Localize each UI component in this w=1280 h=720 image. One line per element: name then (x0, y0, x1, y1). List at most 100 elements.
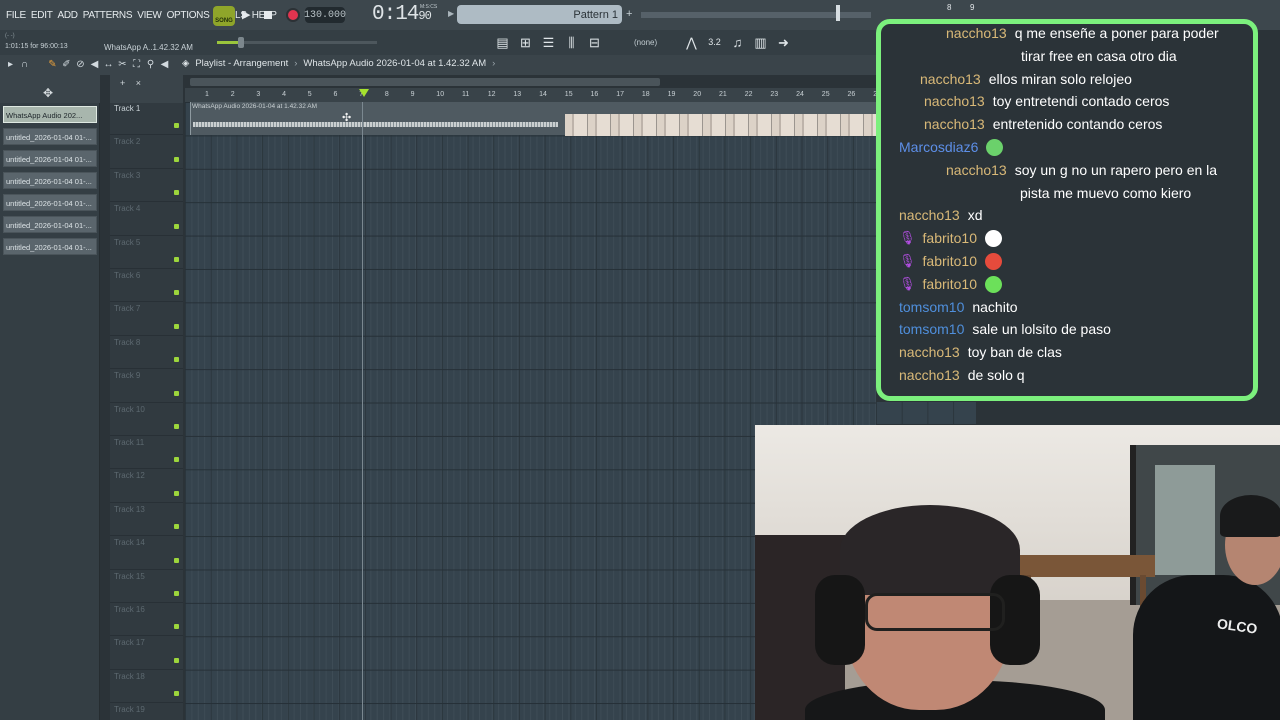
track-mute-led[interactable] (174, 390, 179, 396)
chat-username[interactable]: Marcosdiaz6 (899, 136, 978, 159)
pattern-selector-arrow-icon[interactable]: ▶ (448, 9, 454, 18)
chat-username[interactable]: naccho13 (946, 159, 1007, 182)
track-header[interactable]: Track 17 (110, 636, 183, 670)
metronome-icon[interactable]: ⋀ (683, 34, 700, 51)
clip-source-item[interactable]: untitled_2026-01-04 01-... (3, 216, 97, 233)
track-header[interactable]: Track 2 (110, 135, 183, 169)
track-header[interactable]: Track 6 (110, 269, 183, 303)
track-mute-led[interactable] (174, 691, 179, 697)
track-header[interactable]: Track 10 (110, 403, 183, 436)
track-mute-led[interactable] (174, 490, 179, 496)
clip-source-item[interactable]: WhatsApp Audio 202... (3, 106, 97, 123)
track-mute-led[interactable] (174, 190, 179, 196)
slice-icon[interactable]: ✂ (117, 58, 128, 71)
mini-timeline-marker[interactable] (836, 5, 840, 21)
slip-icon[interactable]: ↔ (103, 58, 114, 71)
delete-icon[interactable]: ⊘ (75, 58, 86, 71)
chat-username[interactable]: naccho13 (924, 90, 985, 113)
chat-username[interactable]: fabrito10 (923, 250, 977, 273)
track-mute-led[interactable] (174, 423, 179, 429)
track-mute-led[interactable] (174, 290, 179, 296)
keyboard-icon[interactable]: ▥ (752, 34, 769, 51)
chat-username[interactable]: fabrito10 (923, 273, 977, 296)
track-mute-led[interactable] (174, 624, 179, 630)
select-icon[interactable]: ⛶ (131, 58, 142, 71)
menu-patterns[interactable]: PATTERNS (83, 10, 133, 21)
track-header[interactable]: Track 11 (110, 436, 183, 470)
add-pattern-icon[interactable]: + (626, 8, 632, 20)
track-header[interactable]: Track 18 (110, 670, 183, 704)
magnet-icon[interactable]: ∩ (19, 58, 30, 71)
menu-view[interactable]: VIEW (137, 10, 162, 21)
chat-username[interactable]: tomsom10 (899, 296, 964, 319)
chat-username[interactable]: naccho13 (899, 364, 960, 387)
track-header[interactable]: Track 15 (110, 570, 183, 603)
master-volume-knob[interactable] (238, 37, 244, 48)
track-header[interactable]: Track 14 (110, 536, 183, 570)
track-mute-led[interactable] (174, 590, 179, 596)
pattern-selector[interactable]: Pattern 1 (457, 5, 622, 24)
chat-username[interactable]: naccho13 (899, 204, 960, 227)
close-track-icon[interactable]: × (136, 78, 141, 88)
clip-source-item[interactable]: untitled_2026-01-04 01-... (3, 194, 97, 211)
piano-roll-icon[interactable]: ⊞ (517, 34, 534, 51)
add-track-icon[interactable]: + (120, 78, 125, 88)
browser-icon[interactable]: ⊟ (586, 34, 603, 51)
microphone-icon[interactable]: ♫ (729, 34, 746, 51)
options-arrow-icon[interactable]: ▸ (5, 58, 16, 71)
record-icon[interactable] (286, 8, 300, 22)
track-mute-led[interactable] (174, 223, 179, 229)
song-mode-toggle[interactable]: SONG (213, 6, 235, 26)
track-mute-led[interactable] (174, 323, 179, 329)
track-mute-led[interactable] (174, 524, 179, 530)
track-mute-led[interactable] (174, 557, 179, 563)
track-header[interactable]: Track 16 (110, 603, 183, 637)
track-mute-led[interactable] (174, 256, 179, 262)
track-header[interactable]: Track 13 (110, 503, 183, 537)
brush-icon[interactable]: ✐ (61, 58, 72, 71)
track-header[interactable]: Track 4 (110, 202, 183, 236)
playlist-window-icon[interactable]: ▤ (494, 34, 511, 51)
clip-source-item[interactable]: untitled_2026-01-04 01-... (3, 172, 97, 189)
chat-username[interactable]: naccho13 (899, 341, 960, 364)
chat-username[interactable]: naccho13 (946, 24, 1007, 45)
snap-dropdown[interactable]: (none) (628, 35, 674, 49)
track-header[interactable]: Track 12 (110, 469, 183, 503)
menu-file[interactable]: FILE (6, 10, 26, 21)
tempo-display[interactable]: 130.000 (304, 7, 346, 23)
playhead-marker[interactable] (359, 89, 369, 97)
chat-username[interactable]: naccho13 (924, 113, 985, 136)
counter-display[interactable]: 3.2 (706, 34, 723, 51)
playback-icon[interactable]: ◀ (159, 58, 170, 71)
playlist-horizontal-scrollbar[interactable] (190, 78, 660, 86)
menu-add[interactable]: ADD (58, 10, 79, 21)
pencil-icon[interactable]: ✎ (47, 58, 58, 71)
track-header[interactable]: Track 8 (110, 336, 183, 370)
track-header[interactable]: Track 5 (110, 236, 183, 269)
clip-source-item[interactable]: untitled_2026-01-04 01-... (3, 238, 97, 255)
timeline-ruler[interactable]: 1 2 3 4 5 6 7 8 9 10 11 12 13 14 15 16 17 18 19 20 21 22 23 24 2… (185, 88, 907, 102)
zoom-icon[interactable]: ⚲ (145, 58, 156, 71)
arrow-right-icon[interactable]: ➜ (775, 34, 792, 51)
track-mute-led[interactable] (174, 657, 179, 663)
play-icon[interactable]: ▶ (242, 8, 254, 22)
track-header[interactable]: Track 7 (110, 302, 183, 336)
clip-source-item[interactable]: untitled_2026-01-04 01-... (3, 128, 97, 145)
track-header[interactable]: Track 3 (110, 169, 183, 203)
channel-rack-icon[interactable]: ☰ (540, 34, 557, 51)
mute-icon[interactable]: ◀ (89, 58, 100, 71)
track-mute-led[interactable] (174, 457, 179, 463)
track-mute-led[interactable] (174, 156, 179, 162)
chat-username[interactable]: naccho13 (920, 68, 981, 91)
track-mute-led[interactable] (174, 357, 179, 363)
clip-source-item[interactable]: untitled_2026-01-04 01-... (3, 150, 97, 167)
menu-edit[interactable]: EDIT (31, 10, 53, 21)
track-mute-led[interactable] (174, 123, 179, 129)
track-header[interactable]: Track 9 (110, 369, 183, 403)
playlist-current-clip[interactable]: WhatsApp Audio 2026-01-04 at 1.42.32 AM (303, 58, 486, 69)
menu-options[interactable]: OPTIONS (167, 10, 210, 21)
mixer-icon[interactable]: ⫼ (563, 34, 580, 51)
chat-username[interactable]: fabrito10 (923, 227, 977, 250)
stop-icon[interactable] (264, 11, 272, 19)
track-header[interactable]: Track 1 (110, 102, 183, 136)
